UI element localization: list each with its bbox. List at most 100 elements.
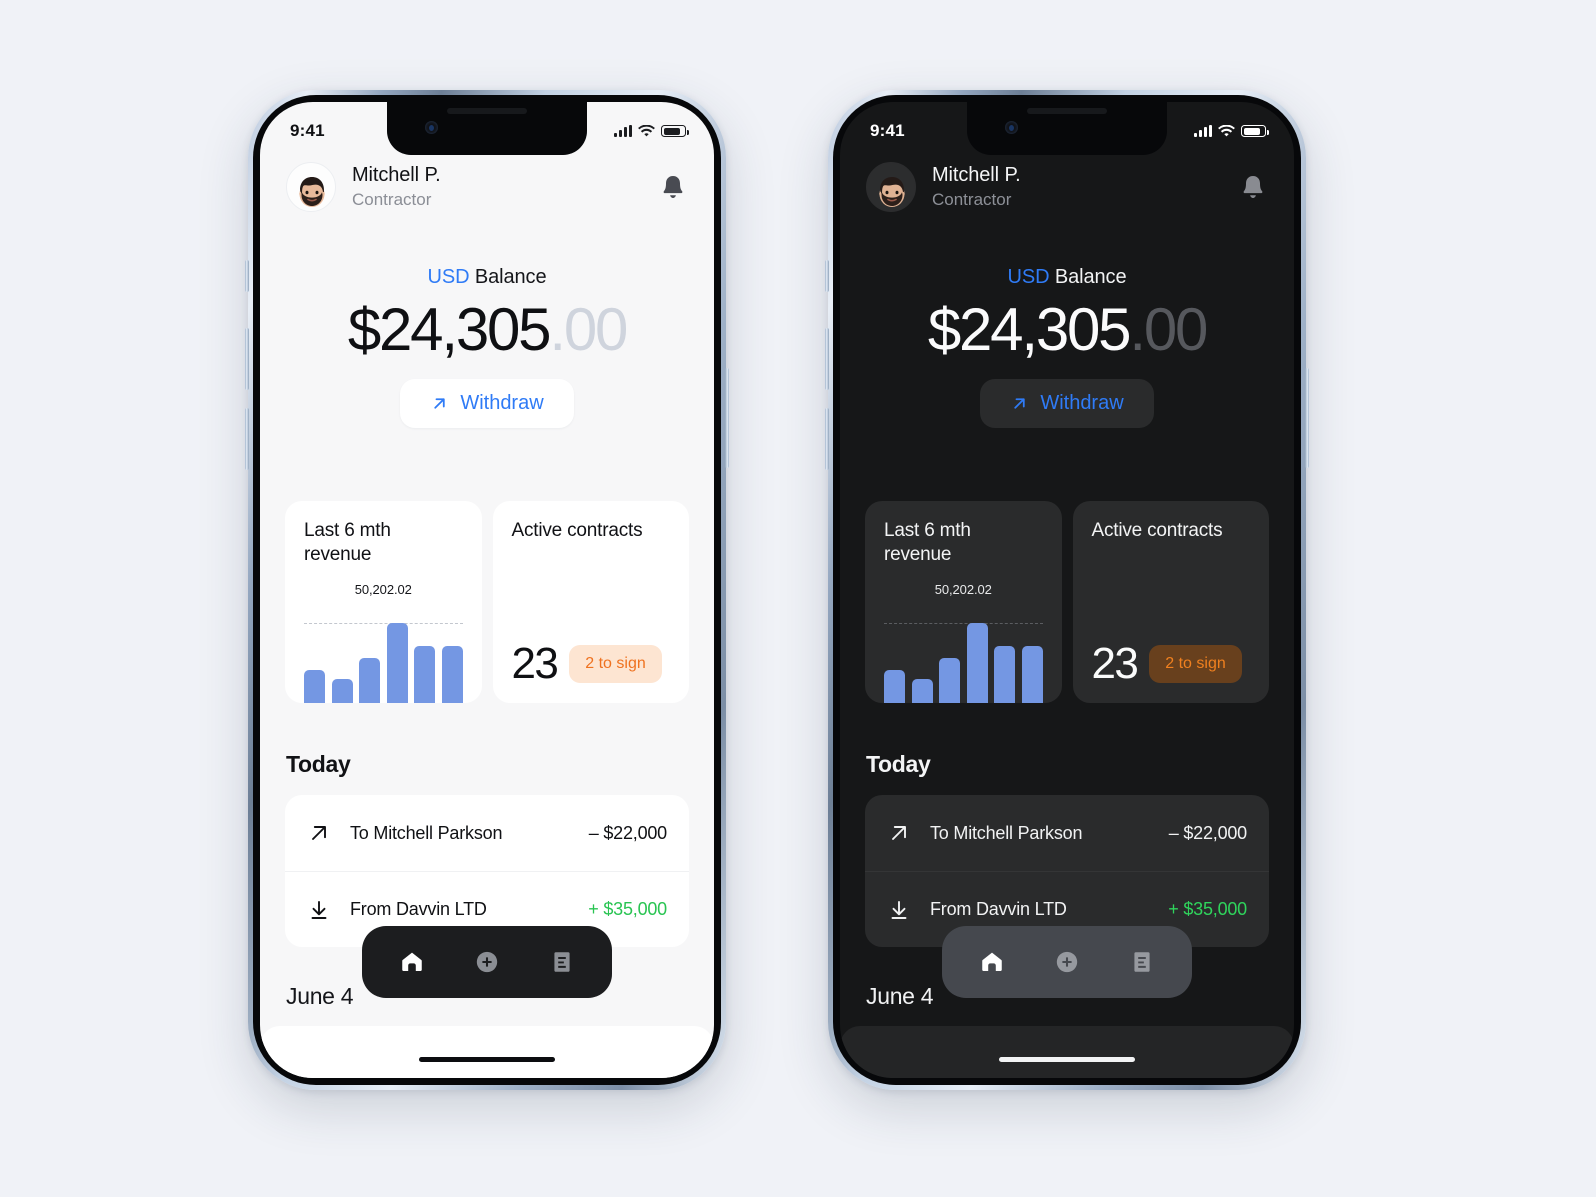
mute-switch-button[interactable] [825,260,829,292]
chart-bars [304,623,463,703]
card-revenue[interactable]: Last 6 mth revenue 50,202.02 [285,501,482,703]
table-row[interactable]: To Mitchell Parkson – $22,000 [865,795,1269,871]
chart-bars [884,623,1043,703]
withdraw-button[interactable]: Withdraw [980,379,1154,428]
plus-circle-icon [1056,951,1078,973]
chart-bar [414,645,435,703]
section-title-today: Today [286,751,351,777]
balance-label: USD Balance [260,266,714,289]
nav-item-documents[interactable] [542,942,582,982]
transaction-list: To Mitchell Parkson – $22,000 From Davvi… [865,795,1269,947]
nav-item-home[interactable] [972,942,1012,982]
nav-item-home[interactable] [392,942,432,982]
chart-bar [994,645,1015,703]
balance-label-text: Balance [474,266,547,288]
table-row[interactable]: To Mitchell Parkson – $22,000 [285,795,689,871]
card-contracts-title: Active contracts [1091,520,1223,541]
volume-down-button[interactable] [825,408,829,470]
transaction-amount: – $22,000 [588,822,667,843]
nav-item-add[interactable] [1047,942,1087,982]
withdraw-button[interactable]: Withdraw [400,379,574,428]
status-time: 9:41 [870,121,905,140]
battery-icon [661,125,689,137]
nav-item-add[interactable] [467,942,507,982]
user-role: Contractor [352,190,432,209]
home-indicator[interactable] [419,1056,555,1062]
balance-whole: $24,305 [347,296,552,363]
document-icon [554,952,570,972]
balance-whole: $24,305 [927,296,1132,363]
phone-light-mode: 9:41 Mitchell P. Contractor USD Balance … [245,90,729,1090]
status-bar: 9:41 [260,102,714,156]
signal-bars-icon [1194,125,1212,137]
chart-bar [939,657,960,703]
balance-amount: $24,305.00 [840,295,1294,365]
screen-light: 9:41 Mitchell P. Contractor USD Balance … [260,102,714,1078]
volume-down-button[interactable] [245,408,249,470]
chart-bar [331,679,353,703]
wifi-icon [638,124,655,136]
status-indicators [1194,124,1269,138]
mute-switch-button[interactable] [245,260,249,292]
user-info: Mitchell P. Contractor [932,163,1238,211]
power-button[interactable] [1305,368,1309,468]
transaction-name: To Mitchell Parkson [350,822,503,843]
arrow-up-right-icon [434,398,445,409]
card-active-contracts[interactable]: Active contracts 23 2 to sign [1072,501,1269,703]
nav-item-documents[interactable] [1122,942,1162,982]
balance-cents: .00 [549,296,628,363]
chart-bar [884,669,905,703]
transaction-list: To Mitchell Parkson – $22,000 From Davvi… [285,795,689,947]
document-icon [1134,952,1150,972]
revenue-bar-chart [884,623,1043,703]
profile-header: Mitchell P. Contractor [840,156,1294,212]
card-revenue[interactable]: Last 6 mth revenue 50,202.02 [865,501,1062,703]
signal-bars-icon [614,125,632,137]
bell-icon[interactable] [658,172,688,202]
balance-label: USD Balance [840,266,1294,289]
card-contracts-title: Active contracts [511,520,643,541]
chart-bar [304,669,325,703]
withdraw-label: Withdraw [460,392,544,414]
scene: 9:41 Mitchell P. Contractor USD Balance … [0,0,1596,1197]
bottom-navigation-bar [942,926,1192,998]
avatar[interactable] [286,162,336,212]
contracts-count: 23 [1091,639,1139,688]
status-badge[interactable]: 2 to sign [1149,645,1242,683]
arrow-up-right-icon [312,826,326,840]
chart-bar [386,623,408,703]
balance-section: USD Balance $24,305.00 Withdraw [260,266,714,428]
volume-up-button[interactable] [245,328,249,390]
bottom-navigation-bar [362,926,612,998]
profile-header: Mitchell P. Contractor [260,156,714,212]
balance-label-text: Balance [1054,266,1127,288]
arrow-up-right-icon [1014,398,1025,409]
status-badge[interactable]: 2 to sign [569,645,662,683]
chart-bar [359,657,380,703]
chart-bar [1021,645,1043,703]
home-indicator[interactable] [999,1056,1135,1062]
contracts-count: 23 [511,639,559,688]
chart-bar [441,645,463,703]
avatar[interactable] [866,162,916,212]
card-revenue-title: Last 6 mth revenue [304,520,391,565]
bell-icon[interactable] [1238,172,1268,202]
balance-currency: USD [1007,266,1050,288]
chart-reference-label: 50,202.02 [934,582,992,597]
status-bar: 9:41 [840,102,1294,156]
withdraw-label: Withdraw [1040,392,1124,414]
home-icon [981,952,1002,971]
user-name: Mitchell P. [932,164,1021,186]
bottom-sheet [840,1026,1294,1078]
card-revenue-title: Last 6 mth revenue [884,520,971,565]
power-button[interactable] [725,368,729,468]
plus-circle-icon [476,951,498,973]
phone-dark-mode: 9:41 Mitchell P. Contractor USD Balance … [825,90,1309,1090]
card-active-contracts[interactable]: Active contracts 23 2 to sign [492,501,689,703]
transaction-name: From Davvin LTD [930,899,1067,919]
chart-bar [911,679,933,703]
chart-bar [966,623,988,703]
balance-cents: .00 [1129,296,1208,363]
user-name: Mitchell P. [352,164,441,186]
volume-up-button[interactable] [825,328,829,390]
